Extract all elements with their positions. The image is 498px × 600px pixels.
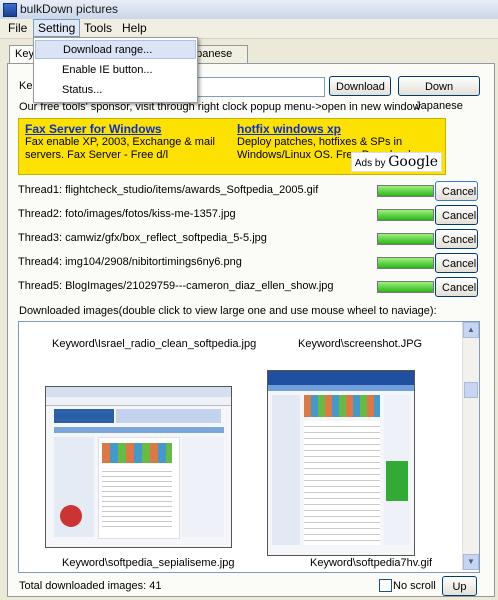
menu-tools[interactable]: Tools	[80, 20, 116, 36]
up-button[interactable]: Up	[442, 576, 477, 596]
image-thumbnail[interactable]	[267, 370, 415, 556]
keyword-label: Ke	[19, 80, 33, 92]
progress-fill	[378, 234, 433, 244]
cancel-button[interactable]: Cancel	[435, 181, 478, 201]
thread-progress	[377, 209, 434, 221]
progress-fill	[378, 282, 433, 292]
menu-item-enable-ie-button[interactable]: Enable IE button...	[35, 61, 196, 80]
total-downloaded: Total downloaded images: 41	[19, 580, 162, 592]
no-scroll-label: No scroll	[393, 580, 436, 592]
menu-help[interactable]: Help	[118, 20, 151, 36]
ad-left-title[interactable]: Fax Server for Windows	[25, 122, 162, 136]
ad-left-body: Fax enable XP, 2003, Exchange & mail ser…	[25, 136, 215, 161]
menu-file[interactable]: File	[4, 20, 31, 36]
thread-progress	[377, 281, 434, 293]
window-title: bulkDown pictures	[20, 2, 119, 16]
no-scroll-checkbox[interactable]	[379, 579, 392, 592]
image-caption: Keyword\softpedia_sepialiseme.jpg	[62, 557, 235, 569]
title-bar: bulkDown pictures	[0, 0, 498, 20]
image-caption: Keyword\screenshot.JPG	[298, 338, 423, 350]
thread-text: Thread2: foto/images/fotos/kiss-me-1357.…	[18, 208, 236, 220]
thread-text: Thread3: camwiz/gfx/box_reflect_softpedi…	[18, 232, 267, 244]
menu-setting[interactable]: Setting	[33, 19, 81, 37]
menu-bar: File Setting Tools Help	[0, 19, 498, 39]
image-caption: Keyword\softpedia7hv.gif	[310, 557, 433, 569]
cancel-button[interactable]: Cancel	[435, 277, 478, 297]
downloaded-images-label: Downloaded images(double click to view l…	[19, 305, 437, 317]
thread-text: Thread5: BlogImages/21029759---cameron_d…	[18, 280, 334, 292]
progress-fill	[378, 258, 433, 268]
menu-item-download-range[interactable]: Download range...	[35, 40, 196, 59]
progress-fill	[378, 186, 433, 196]
ad-right-title[interactable]: hotfix windows xp	[237, 122, 341, 136]
gallery-scrollbar[interactable]: ▲ ▼	[462, 322, 479, 570]
scroll-down-icon[interactable]: ▼	[463, 554, 479, 570]
cancel-button[interactable]: Cancel	[435, 205, 478, 225]
thread-progress	[377, 185, 434, 197]
progress-fill	[378, 210, 433, 220]
thread-text: Thread1: flightcheck_studio/items/awards…	[18, 184, 319, 196]
image-thumbnail[interactable]	[45, 386, 232, 548]
scroll-up-icon[interactable]: ▲	[463, 322, 479, 338]
menu-item-status[interactable]: Status...	[35, 81, 196, 100]
image-caption: Keyword\Israel_radio_clean_softpedia.jpg	[52, 338, 257, 350]
image-gallery[interactable]: Keyword\Israel_radio_clean_softpedia.jpg…	[18, 321, 480, 573]
download-button[interactable]: Download	[329, 76, 391, 96]
ad-banner[interactable]: Fax Server for Windows Fax enable XP, 20…	[18, 118, 446, 175]
setting-dropdown-menu: Download range... Enable IE button... St…	[33, 37, 198, 103]
thread-progress	[377, 233, 434, 245]
cancel-button[interactable]: Cancel	[435, 253, 478, 273]
thread-progress	[377, 257, 434, 269]
google-logo: Google	[388, 154, 438, 170]
app-icon	[3, 3, 17, 17]
ads-by-google[interactable]: Ads by Google	[350, 152, 442, 172]
cancel-button[interactable]: Cancel	[435, 229, 478, 249]
ads-by-label: Ads by	[354, 158, 386, 169]
download-japanese-button[interactable]: Down Japanese	[398, 76, 480, 112]
scroll-thumb[interactable]	[464, 382, 478, 398]
thread-text: Thread4: img104/2908/nibitortimings6ny6.…	[18, 256, 242, 268]
